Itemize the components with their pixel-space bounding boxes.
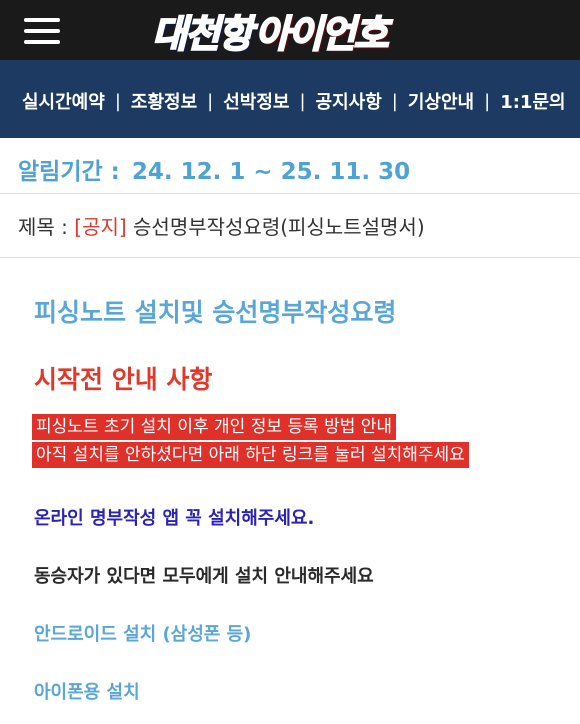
highlight-line-1: 피싱노트 초기 설치 이후 개인 정보 등록 방법 안내: [32, 414, 397, 440]
nav-item-notices[interactable]: 공지사항: [316, 88, 382, 114]
iphone-install-link[interactable]: 아이폰용 설치: [34, 678, 140, 704]
companion-notice-text: 동승자가 있다면 모두에게 설치 안내해주세요: [34, 566, 374, 587]
content-heading: 피싱노트 설치및 승선명부작성요령: [34, 298, 397, 327]
period-label: 알림기간 :: [18, 159, 120, 185]
notice-subject: 제목 : [공지] 승선명부작성요령(피싱노트설명서): [18, 211, 425, 240]
nav-item-catch-info[interactable]: 조황정보: [131, 88, 197, 114]
nav-separator: |: [391, 90, 398, 112]
nav-separator: |: [114, 90, 121, 112]
nav-separator: |: [484, 90, 491, 112]
android-install-link[interactable]: 안드로이드 설치 (삼성폰 등): [34, 620, 251, 646]
nav-item-ship-info[interactable]: 선박정보: [223, 88, 289, 114]
divider: [0, 193, 580, 194]
top-header-bar: 대천항 아이언호: [0, 0, 580, 60]
period-value: 24. 12. 1 ~ 25. 11. 30: [131, 159, 411, 185]
highlight-line-2: 아직 설치를 안하셨다면 아래 하단 링크를 눌러 설치해주세요: [32, 442, 469, 468]
content-subheading: 시작전 안내 사항: [34, 365, 213, 394]
divider: [0, 257, 580, 258]
logo-text-part2: 아이언호: [254, 11, 390, 57]
install-reminder-text: 온라인 명부작성 앱 꼭 설치해주세요.: [34, 508, 315, 529]
nav-item-reservation[interactable]: 실시간예약: [22, 88, 105, 114]
nav-separator: |: [207, 90, 214, 112]
main-nav: 실시간예약 | 조황정보 | 선박정보 | 공지사항 | 기상안내 | 1:1문의: [0, 60, 580, 138]
subject-label: 제목 :: [18, 215, 68, 239]
nav-item-inquiry[interactable]: 1:1문의: [500, 88, 565, 114]
subject-tag: [공지]: [74, 215, 127, 239]
logo-text-part1: 대천항: [151, 11, 254, 57]
site-logo[interactable]: 대천항 아이언호: [151, 6, 390, 57]
subject-title: 승선명부작성요령(피싱노트설명서): [133, 215, 425, 239]
nav-separator: |: [299, 90, 306, 112]
hamburger-icon[interactable]: [24, 18, 60, 44]
nav-item-weather[interactable]: 기상안내: [408, 88, 474, 114]
notice-period: 알림기간 : 24. 12. 1 ~ 25. 11. 30: [18, 152, 410, 186]
